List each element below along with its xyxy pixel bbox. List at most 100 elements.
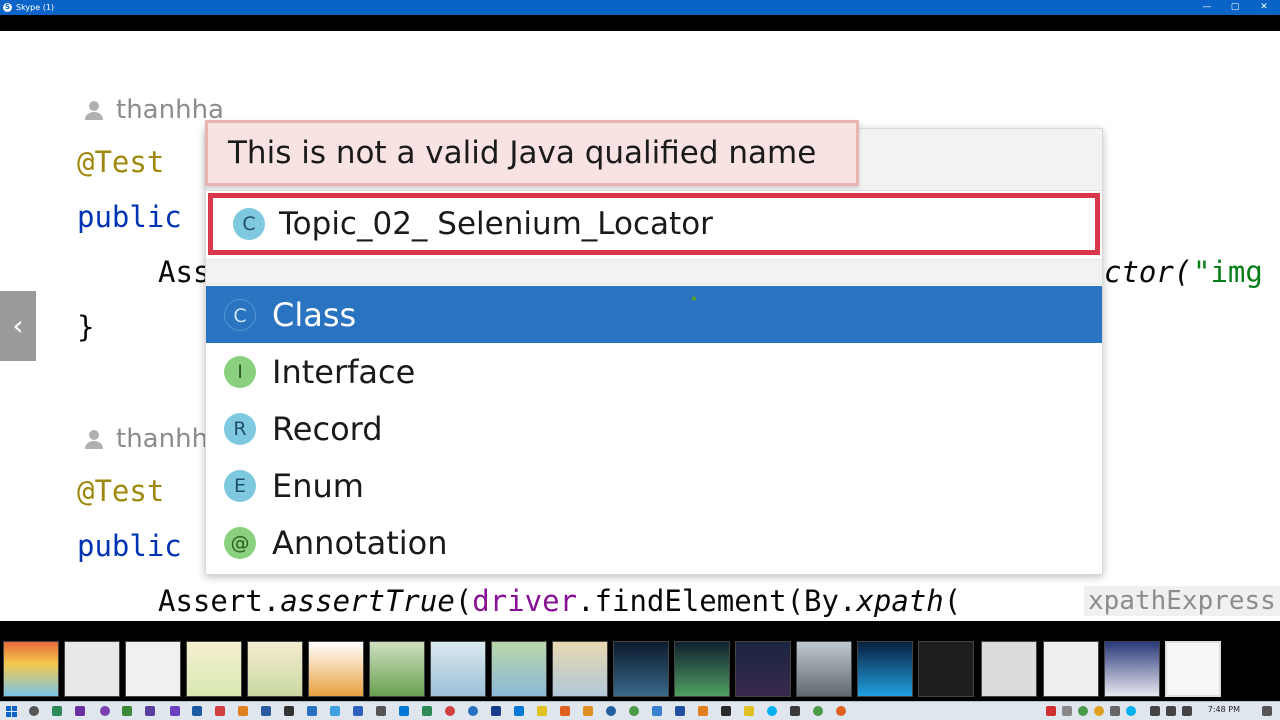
thumbnail[interactable] [552, 641, 608, 697]
thumbnail[interactable] [369, 641, 425, 697]
thumbnail[interactable] [64, 641, 120, 697]
thumbnail[interactable] [796, 641, 852, 697]
app-icon[interactable] [698, 706, 708, 716]
thumbnail[interactable] [981, 641, 1037, 697]
app-icon[interactable] [468, 706, 478, 716]
app-icon[interactable] [238, 706, 248, 716]
app-icon[interactable] [399, 706, 409, 716]
kind-item-record[interactable]: R Record [206, 400, 1102, 457]
app-icon[interactable] [261, 706, 271, 716]
app-icon[interactable] [52, 706, 62, 716]
code-token: ( [943, 584, 962, 618]
app-icon[interactable] [537, 706, 547, 716]
network-icon[interactable] [1150, 706, 1160, 716]
windows-start-icon[interactable] [6, 706, 17, 717]
code-selector-fragment: ctor( [1104, 255, 1192, 289]
app-icon[interactable] [215, 706, 225, 716]
tray-icon[interactable] [1062, 706, 1072, 716]
thumbnail[interactable] [1043, 641, 1099, 697]
thumbnail[interactable] [491, 641, 547, 697]
popup-separator [206, 259, 1102, 285]
thumbnail[interactable] [1104, 641, 1160, 697]
thumbnail[interactable] [308, 641, 364, 697]
app-icon[interactable] [606, 706, 616, 716]
skype-icon[interactable] [767, 706, 777, 716]
thumbnail[interactable] [3, 641, 59, 697]
app-icon[interactable] [75, 706, 85, 716]
app-icon[interactable] [307, 706, 317, 716]
app-icon[interactable] [744, 706, 754, 716]
app-icon[interactable] [514, 706, 524, 716]
battery-icon[interactable] [1182, 706, 1192, 716]
minimize-icon[interactable]: — [1193, 0, 1221, 15]
interface-kind-icon: I [224, 355, 256, 388]
code-assert-fragment: Ass [158, 255, 211, 289]
skype-logo-icon: S [3, 3, 12, 12]
annotation-test: @Test [77, 474, 165, 508]
thumbnail[interactable] [247, 641, 303, 697]
thumbnail-active[interactable] [1165, 641, 1221, 697]
chrome-icon[interactable] [813, 706, 823, 716]
thumbnail[interactable] [857, 641, 913, 697]
class-name-input[interactable] [279, 206, 1079, 242]
app-icon[interactable] [675, 706, 685, 716]
app-icon[interactable] [790, 706, 800, 716]
app-icon[interactable] [583, 706, 593, 716]
window-title-bar: S Skype (1) — ▢ ✕ [0, 0, 1280, 15]
annotation-kind-icon: @ [224, 526, 256, 559]
thumbnail[interactable] [430, 641, 486, 697]
tray-icon[interactable] [1078, 706, 1088, 716]
app-icon[interactable] [721, 706, 731, 716]
app-icon[interactable] [422, 706, 432, 716]
app-icon[interactable] [330, 706, 340, 716]
app-icon[interactable] [560, 706, 570, 716]
app-icon[interactable] [192, 706, 202, 716]
person-icon [82, 427, 106, 451]
thumbnail[interactable] [186, 641, 242, 697]
app-icon[interactable] [284, 706, 294, 716]
kind-item-class[interactable]: C Class [206, 286, 1102, 343]
app-icon[interactable] [445, 706, 455, 716]
code-string-fragment: "img [1193, 255, 1263, 289]
app-icon[interactable] [376, 706, 386, 716]
record-kind-icon: R [224, 412, 256, 445]
kind-item-annotation[interactable]: @ Annotation [206, 514, 1102, 571]
maximize-icon[interactable]: ▢ [1221, 0, 1249, 15]
tray-icon[interactable] [1126, 706, 1136, 716]
firefox-icon[interactable] [836, 706, 846, 716]
taskbar-clock[interactable]: 7:48 PM [1208, 705, 1240, 714]
chrome-icon[interactable] [629, 706, 639, 716]
volume-icon[interactable] [1166, 706, 1176, 716]
class-name-field[interactable]: C [208, 193, 1100, 255]
shared-screen: thanhha @Test public Ass ctor( "img } th… [0, 31, 1280, 621]
kind-label: Annotation [272, 523, 448, 562]
app-icon[interactable] [170, 706, 180, 716]
kind-item-enum[interactable]: E Enum [206, 457, 1102, 514]
previous-slide-button[interactable]: ‹ [0, 291, 36, 361]
app-icon[interactable] [100, 706, 110, 716]
search-icon[interactable] [29, 706, 39, 716]
thumbnail[interactable] [125, 641, 181, 697]
code-token: xpath [856, 584, 944, 618]
code-author-hint: thanhha [82, 95, 224, 125]
tray-icon[interactable] [1046, 706, 1056, 716]
tray-icon[interactable] [1094, 706, 1104, 716]
app-icon[interactable] [353, 706, 363, 716]
app-icon[interactable] [652, 706, 662, 716]
thumbnail[interactable] [613, 641, 669, 697]
thumbnail[interactable] [674, 641, 730, 697]
code-token: .findElement(By. [577, 584, 857, 618]
tray-icon[interactable] [1110, 706, 1120, 716]
app-icon[interactable] [122, 706, 132, 716]
app-icon[interactable] [145, 706, 155, 716]
notifications-icon[interactable] [1262, 706, 1272, 716]
author-name: thanhh [116, 424, 209, 454]
validation-error-tooltip: This is not a valid Java qualified name [205, 120, 859, 186]
app-icon[interactable] [491, 706, 501, 716]
close-icon[interactable]: ✕ [1250, 0, 1278, 15]
code-token: assertTrue [280, 584, 455, 618]
kind-item-interface[interactable]: I Interface [206, 343, 1102, 400]
letterbox-top [0, 15, 1280, 31]
thumbnail[interactable] [735, 641, 791, 697]
thumbnail[interactable] [918, 641, 974, 697]
